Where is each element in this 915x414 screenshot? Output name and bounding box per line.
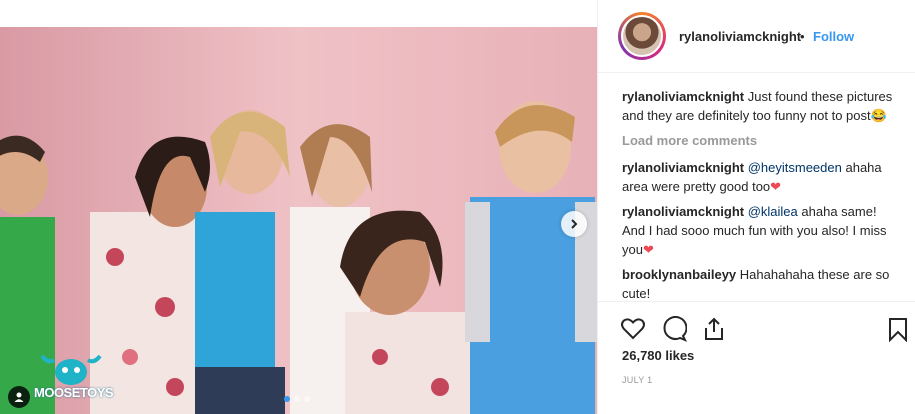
comments-list: rylanoliviamcknight Just found these pic… (622, 87, 902, 301)
header-username[interactable]: rylanoliviamcknight (679, 29, 801, 44)
top-strip (0, 0, 597, 27)
carousel-next-button[interactable] (561, 211, 587, 237)
comment-username[interactable]: rylanoliviamcknight (622, 89, 744, 104)
follow-button[interactable]: Follow (813, 29, 854, 44)
carousel-dot (294, 396, 300, 402)
user-tag-icon (14, 392, 24, 402)
post-sidebar: rylanoliviamcknight • Follow rylanolivia… (597, 0, 915, 414)
comment-username[interactable]: rylanoliviamcknight (622, 204, 744, 219)
carousel-indicator (284, 396, 310, 402)
bookmark-icon[interactable] (885, 316, 911, 342)
carousel-dot-active (284, 396, 290, 402)
instagram-post: MOOSETOYS rylanoliviamcknight • Follow r… (0, 0, 915, 414)
avatar-image (621, 15, 663, 57)
carousel-dot (304, 396, 310, 402)
post-date[interactable]: JULY 1 (622, 375, 652, 385)
chevron-right-icon (571, 219, 578, 229)
comment-emoji: ❤ (770, 179, 782, 194)
comment-username[interactable]: rylanoliviamcknight (622, 160, 744, 175)
load-more-comments-button[interactable]: Load more comments (622, 131, 902, 150)
avatar[interactable] (618, 12, 666, 60)
comment-username[interactable]: brooklynanbaileyy (622, 267, 736, 282)
comment-emoji: 😂 (870, 108, 887, 123)
comment: brooklynanbaileyy Hahahahaha these are s… (622, 265, 902, 301)
header-separator: • (800, 29, 805, 44)
watermark-text: MOOSETOYS (34, 385, 114, 400)
caption-comment: rylanoliviamcknight Just found these pic… (622, 87, 902, 125)
comment-icon[interactable] (661, 316, 687, 342)
user-tag-button[interactable] (8, 386, 30, 408)
share-icon[interactable] (701, 316, 727, 342)
heart-icon[interactable] (620, 316, 646, 342)
comment-mention[interactable]: @klailea (748, 204, 798, 219)
comment-emoji: ❤ (642, 242, 654, 257)
likes-count[interactable]: 26,780 likes (622, 348, 694, 363)
comment-mention[interactable]: @heyitsmeeden (748, 160, 842, 175)
post-header: rylanoliviamcknight • Follow (598, 0, 915, 73)
comment: rylanoliviamcknight @heyitsmeeden ahaha … (622, 158, 902, 196)
comment: rylanoliviamcknight @klailea ahaha same!… (622, 202, 902, 259)
